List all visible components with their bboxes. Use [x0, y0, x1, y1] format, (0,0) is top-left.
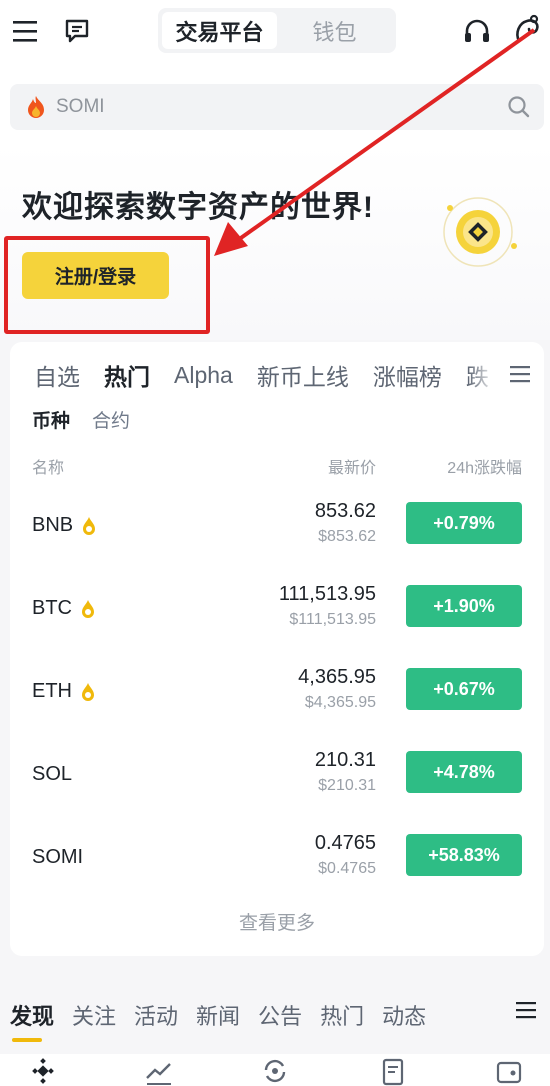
tab-gainers[interactable]: 涨幅榜: [373, 358, 442, 392]
column-header-name: 名称: [32, 460, 65, 477]
welcome-section: 欢迎探索数字资产的世界! 注册/登录: [0, 144, 550, 340]
feed-tabs: 发现 关注 活动 新闻 公告 热门 动态: [0, 990, 550, 1040]
fire-icon: [24, 94, 48, 120]
tabs-menu-icon[interactable]: [508, 362, 534, 388]
active-tab-underline: [12, 1038, 42, 1042]
last-price: 4,365.95: [298, 666, 376, 688]
feed-menu-icon[interactable]: [514, 998, 540, 1024]
tab-exchange[interactable]: 交易平台: [162, 12, 277, 49]
coin-symbol: BTC: [32, 597, 96, 620]
change-badge: +0.79%: [406, 502, 522, 544]
market-tabs: 自选 热门 Alpha 新币上线 涨幅榜 跌: [10, 356, 544, 394]
market-row[interactable]: SOMI 0.4765 $0.4765 +58.83%: [10, 818, 544, 901]
column-header-price: 最新价: [327, 460, 376, 477]
coin-illustration-icon: [436, 190, 520, 274]
tab-new-listings[interactable]: 新币上线: [257, 358, 349, 392]
coin-symbol-text: BNB: [32, 514, 74, 536]
subtab-contracts[interactable]: 合约: [92, 406, 130, 433]
column-header-change: 24h涨跌幅: [447, 460, 522, 477]
market-row[interactable]: BNB 853.62 $853.62 +0.79%: [10, 486, 544, 569]
bottom-nav: [0, 1054, 550, 1086]
feed-tab-hot[interactable]: 热门: [320, 999, 364, 1031]
markets-chart-icon[interactable]: [144, 1056, 174, 1086]
welcome-title: 欢迎探索数字资产的世界!: [22, 191, 374, 224]
search-input[interactable]: SOMI: [10, 84, 544, 130]
chat-icon[interactable]: [60, 14, 94, 48]
tab-wallet[interactable]: 钱包: [277, 12, 392, 49]
top-bar: 交易平台 钱包: [0, 0, 550, 64]
gift-icon[interactable]: [510, 10, 546, 48]
subtab-coins[interactable]: 币种: [32, 406, 70, 433]
annotation-highlight-box: [4, 236, 210, 334]
coin-symbol-text: BTC: [32, 597, 72, 619]
home-logo-icon[interactable]: [28, 1056, 58, 1086]
market-row[interactable]: BTC 111,513.95 $111,513.95 +1.90%: [10, 569, 544, 652]
search-placeholder: SOMI: [56, 96, 105, 117]
tab-hot[interactable]: 热门: [104, 358, 150, 392]
coin-symbol: BNB: [32, 514, 97, 537]
search-icon[interactable]: [506, 94, 532, 120]
trade-swap-icon[interactable]: [260, 1056, 290, 1086]
tab-alpha[interactable]: Alpha: [174, 362, 233, 389]
change-badge: +1.90%: [406, 585, 522, 627]
market-card: 自选 热门 Alpha 新币上线 涨幅榜 跌 币种 合约 名称 最新价 24h涨…: [10, 342, 544, 956]
platform-tab-switch: 交易平台 钱包: [158, 8, 396, 53]
headset-icon[interactable]: [458, 14, 496, 48]
coin-symbol-text: SOL: [32, 763, 73, 785]
change-badge: +4.78%: [406, 751, 522, 793]
hot-drop-icon: [82, 599, 94, 618]
feed-tab-news[interactable]: 新闻: [196, 999, 240, 1031]
last-price: 853.62: [314, 500, 376, 522]
last-price: 0.4765: [314, 832, 376, 854]
futures-doc-icon[interactable]: [378, 1056, 408, 1086]
market-subtabs: 币种 合约: [32, 406, 152, 433]
menu-icon[interactable]: [8, 14, 42, 48]
tabs-fade: [468, 356, 508, 394]
last-price-usd: $210.31: [318, 777, 376, 794]
last-price-usd: $853.62: [318, 528, 376, 545]
wallet-icon[interactable]: [494, 1056, 524, 1086]
hot-drop-icon: [83, 516, 96, 535]
last-price: 210.31: [314, 749, 376, 771]
tab-favorites[interactable]: 自选: [34, 358, 80, 392]
market-row[interactable]: SOL 210.31 $210.31 +4.78%: [10, 735, 544, 818]
change-badge: +58.83%: [406, 834, 522, 876]
coin-symbol: SOMI: [32, 846, 83, 869]
view-more-link[interactable]: 查看更多: [10, 908, 544, 935]
feed-tab-events[interactable]: 活动: [134, 999, 178, 1031]
feed-tab-following[interactable]: 关注: [72, 999, 116, 1031]
search-section: SOMI: [0, 64, 550, 144]
feed-tab-announcements[interactable]: 公告: [258, 999, 302, 1031]
feed-tab-discover[interactable]: 发现: [10, 999, 54, 1031]
coin-symbol: SOL: [32, 763, 72, 786]
app-root: 交易平台 钱包 SOMI 欢迎探索数字资产的世界! 注册/登录 自选 热门 Al…: [0, 0, 550, 1086]
change-badge: +0.67%: [406, 668, 522, 710]
last-price-usd: $4,365.95: [304, 694, 376, 711]
market-row[interactable]: ETH 4,365.95 $4,365.95 +0.67%: [10, 652, 544, 735]
last-price-usd: $111,513.95: [289, 611, 376, 628]
coin-symbol-text: ETH: [32, 680, 72, 702]
hot-drop-icon: [82, 682, 94, 701]
coin-symbol: ETH: [32, 680, 96, 703]
coin-symbol-text: SOMI: [32, 846, 84, 868]
feed-tab-updates[interactable]: 动态: [382, 999, 426, 1031]
last-price: 111,513.95: [278, 583, 376, 605]
last-price-usd: $0.4765: [318, 860, 376, 877]
